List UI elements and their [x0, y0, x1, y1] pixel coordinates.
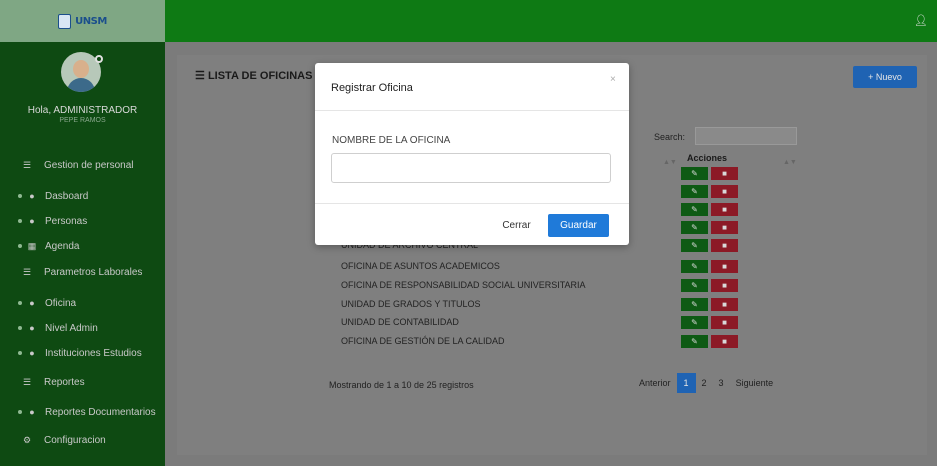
logo[interactable]: UNSM — [0, 0, 165, 42]
sidebar-item-label: Agenda — [45, 240, 80, 252]
sidebar-item-parametros-laborales[interactable]: ☰ Parametros Laborales — [0, 263, 165, 281]
user-menu-icon[interactable]: 👤︎ — [913, 13, 929, 29]
edit-button[interactable]: ✎ — [681, 298, 708, 311]
cancel-button[interactable]: Cerrar — [494, 214, 539, 237]
pagination-prev[interactable]: Anterior — [633, 373, 677, 393]
calendar-icon: ▦ — [27, 240, 37, 251]
sidebar-item-configuracion[interactable]: ⚙ Configuracion — [0, 431, 165, 449]
delete-button[interactable]: ■ — [711, 185, 738, 198]
edit-button[interactable]: ✎ — [681, 185, 708, 198]
username: PEPE RAMOS — [59, 117, 106, 124]
pagination-page-1[interactable]: 1 — [676, 373, 696, 393]
sidebar-item-label: Nivel Admin — [45, 322, 98, 334]
delete-button[interactable]: ■ — [711, 260, 738, 273]
sidebar: Hola, ADMINISTRADOR PEPE RAMOS ☰ Gestion… — [0, 42, 165, 466]
office-name: UNIDAD DE CONTABILIDAD — [341, 317, 459, 327]
sidebar-item-reportes-documentarios[interactable]: ● Reportes Documentarios — [0, 403, 165, 421]
pagination: Anterior 1 2 3 Siguiente — [633, 373, 779, 393]
greeting: Hola, ADMINISTRADOR — [27, 105, 138, 116]
delete-button[interactable]: ■ — [711, 279, 738, 292]
table-row: UNIDAD DE GRADOS Y TITULOS ✎ ■ — [329, 297, 785, 314]
search-label: Search: — [654, 132, 686, 142]
delete-button[interactable]: ■ — [711, 203, 738, 216]
top-navbar: UNSM 👤︎ — [0, 0, 937, 42]
page-title: ☰ LISTA DE OFICINAS — [195, 70, 313, 82]
table-info: Mostrando de 1 a 10 de 25 registros — [329, 380, 474, 390]
pagination-page-2[interactable]: 2 — [696, 373, 713, 393]
office-name: OFICINA DE ASUNTOS ACADEMICOS — [341, 261, 500, 271]
table-row: OFICINA DE RESPONSABILIDAD SOCIAL UNIVER… — [329, 278, 785, 295]
edit-button[interactable]: ✎ — [681, 260, 708, 273]
sidebar-item-label: Oficina — [45, 297, 77, 309]
office-name: UNIDAD DE GRADOS Y TITULOS — [341, 299, 481, 309]
edit-button[interactable]: ✎ — [681, 239, 708, 252]
save-button[interactable]: Guardar — [548, 214, 609, 237]
sort-icon[interactable]: ▲▼ — [783, 159, 797, 166]
list-icon: ☰ — [22, 266, 32, 277]
status-indicator-icon — [95, 55, 103, 63]
sidebar-item-oficina[interactable]: ● Oficina — [0, 294, 165, 312]
user-icon: ● — [29, 191, 35, 201]
pagination-page-3[interactable]: 3 — [713, 373, 730, 393]
sidebar-item-label: Configuracion — [44, 434, 106, 446]
logo-text: UNSM — [75, 15, 107, 27]
university-emblem-icon — [58, 13, 72, 29]
pagination-next[interactable]: Siguiente — [730, 373, 780, 393]
office-name-label: NOMBRE DE LA OFICINA — [332, 135, 451, 146]
new-office-button[interactable]: + Nuevo — [853, 66, 917, 88]
list-icon: ☰ — [22, 376, 32, 387]
edit-button[interactable]: ✎ — [681, 316, 708, 329]
edit-button[interactable]: ✎ — [681, 167, 708, 180]
sidebar-item-label: Instituciones Estudios — [45, 347, 142, 359]
edit-button[interactable]: ✎ — [681, 221, 708, 234]
delete-button[interactable]: ■ — [711, 316, 738, 329]
close-icon[interactable]: × — [610, 74, 616, 85]
office-name: OFICINA DE GESTIÓN DE LA CALIDAD — [341, 336, 505, 346]
user-icon: ● — [29, 348, 35, 358]
office-name-input[interactable] — [331, 153, 611, 183]
delete-button[interactable]: ■ — [711, 298, 738, 311]
divider — [315, 110, 629, 111]
sidebar-item-instituciones-estudios[interactable]: ● Instituciones Estudios — [0, 344, 165, 362]
edit-button[interactable]: ✎ — [681, 279, 708, 292]
sidebar-item-label: Reportes — [44, 376, 85, 388]
sidebar-item-personas[interactable]: ● Personas — [0, 212, 165, 230]
sidebar-item-label: Personas — [45, 215, 88, 227]
sidebar-item-label: Parametros Laborales — [44, 266, 143, 278]
sidebar-item-label: Reportes Documentarios — [45, 406, 156, 418]
gear-icon: ⚙ — [22, 434, 32, 445]
user-icon: ● — [29, 298, 35, 308]
table-row: UNIDAD DE CONTABILIDAD ✎ ■ — [329, 315, 785, 332]
office-name: OFICINA DE RESPONSABILIDAD SOCIAL UNIVER… — [341, 280, 586, 290]
table-row: OFICINA DE ASUNTOS ACADEMICOS ✎ ■ — [329, 259, 785, 276]
list-icon: ☰ — [195, 70, 205, 82]
user-icon: ● — [29, 323, 35, 333]
edit-button[interactable]: ✎ — [681, 203, 708, 216]
user-icon: ● — [29, 407, 35, 417]
table-row: OFICINA DE GESTIÓN DE LA CALIDAD ✎ ■ — [329, 334, 785, 351]
sidebar-item-label: Dasboard — [45, 190, 89, 202]
delete-button[interactable]: ■ — [711, 239, 738, 252]
delete-button[interactable]: ■ — [711, 167, 738, 180]
register-office-modal: Registrar Oficina × NOMBRE DE LA OFICINA… — [315, 63, 629, 245]
sort-icon[interactable]: ▲▼ — [663, 159, 677, 166]
modal-title: Registrar Oficina — [331, 82, 413, 94]
search-input[interactable] — [695, 127, 797, 145]
divider — [315, 203, 629, 204]
sidebar-item-dasboard[interactable]: ● Dasboard — [0, 187, 165, 205]
sidebar-item-nivel-admin[interactable]: ● Nivel Admin — [0, 319, 165, 337]
sidebar-item-reportes[interactable]: ☰ Reportes — [0, 373, 165, 391]
column-header-acciones[interactable]: Acciones — [687, 153, 727, 163]
sidebar-item-agenda[interactable]: ▦ Agenda — [0, 237, 165, 255]
delete-button[interactable]: ■ — [711, 221, 738, 234]
edit-button[interactable]: ✎ — [681, 335, 708, 348]
user-icon: ● — [29, 216, 35, 226]
list-icon: ☰ — [22, 159, 32, 170]
delete-button[interactable]: ■ — [711, 335, 738, 348]
sidebar-item-label: Gestion de personal — [44, 159, 134, 171]
sidebar-item-gestion-personal[interactable]: ☰ Gestion de personal — [0, 156, 165, 174]
